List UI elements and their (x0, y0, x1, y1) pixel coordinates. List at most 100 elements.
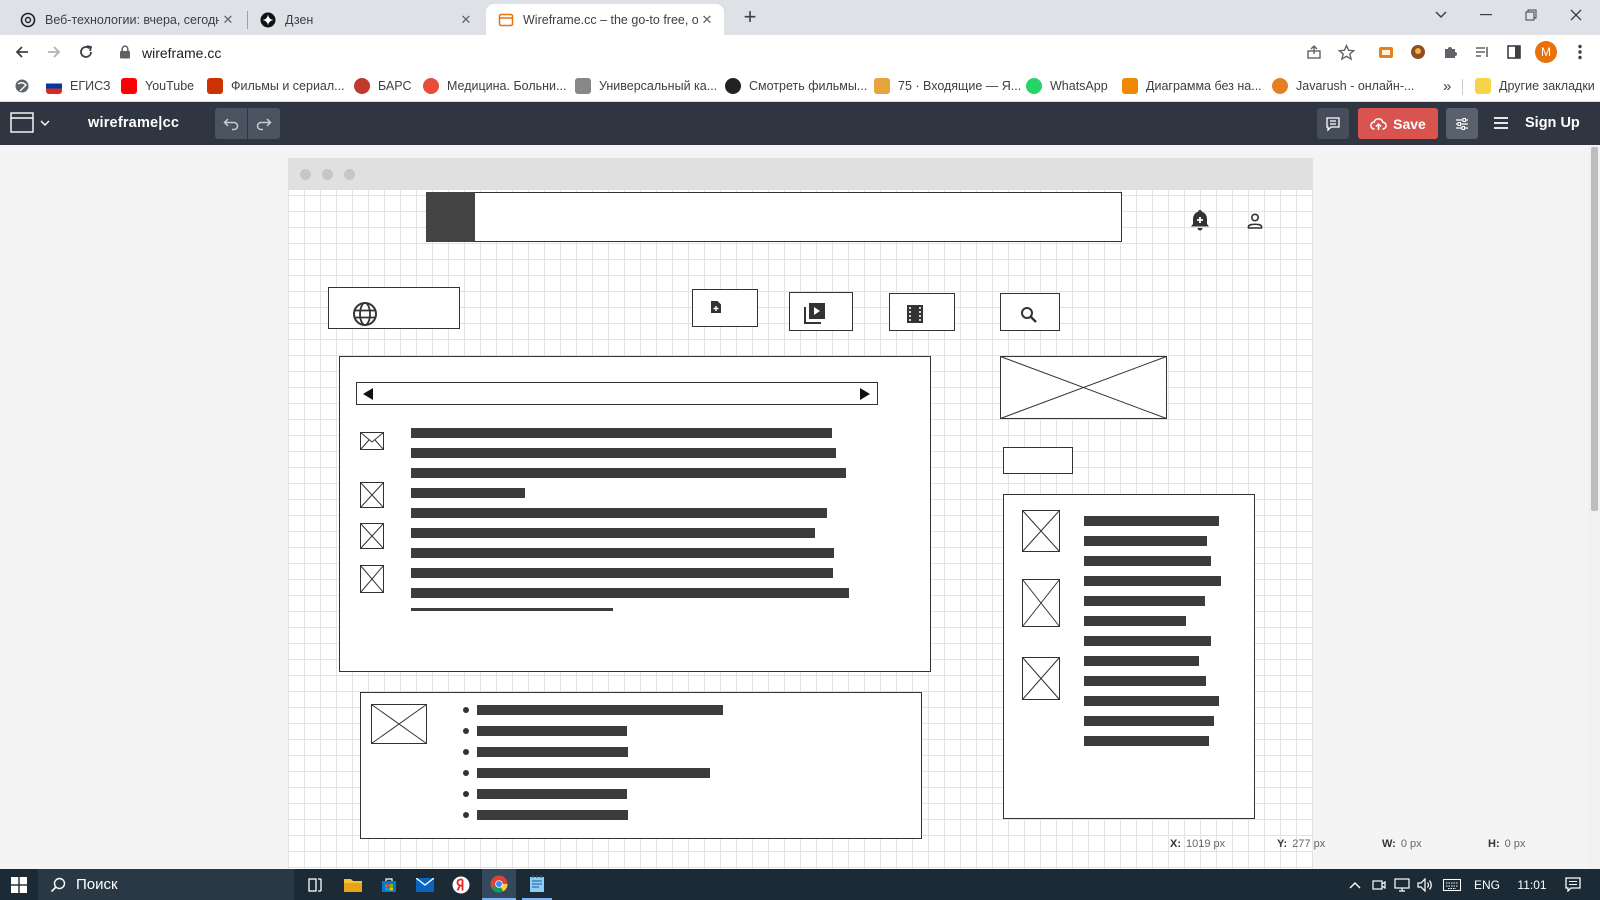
browser-tab-active[interactable]: Wireframe.cc – the go-to free, on ✕ (486, 4, 724, 35)
apps-icon[interactable] (14, 75, 30, 97)
bookmark-label: Смотреть фильмы... (749, 79, 868, 93)
chrome-taskbar-icon[interactable] (482, 869, 516, 900)
notification-center-icon[interactable] (1556, 869, 1590, 900)
bookmark-label: Фильмы и сериал... (231, 79, 345, 93)
close-window-icon[interactable] (1553, 0, 1598, 30)
wf-nav-button-document[interactable] (692, 289, 758, 327)
bookmark-catalog[interactable]: Универсальный ка... (575, 75, 717, 97)
browser-tab[interactable]: Веб-технологии: вчера, сегодня ✕ (8, 4, 245, 35)
share-icon[interactable] (1300, 38, 1328, 66)
extension-icon[interactable] (1404, 38, 1432, 66)
browser-toolbar: wireframe.cc M (0, 35, 1600, 69)
wf-text-line (411, 488, 525, 498)
notepad-icon[interactable] (522, 869, 552, 900)
settings-sliders-button[interactable] (1446, 108, 1478, 139)
language-indicator[interactable]: ENG (1470, 869, 1504, 900)
bookmark-javarush[interactable]: Javarush - онлайн-... (1272, 75, 1414, 97)
image-placeholder-icon (1022, 657, 1060, 700)
bookmark-films[interactable]: Фильмы и сериал... (207, 75, 345, 97)
undo-button[interactable] (215, 108, 247, 139)
user-icon[interactable] (1246, 212, 1264, 230)
list-bullet (463, 728, 469, 734)
redo-button[interactable] (248, 108, 280, 139)
save-button[interactable]: Save (1358, 108, 1438, 139)
other-bookmarks[interactable]: Другие закладки (1475, 75, 1595, 97)
bookmark-label: WhatsApp (1050, 79, 1108, 93)
close-tab-icon[interactable]: ✕ (457, 12, 475, 28)
wf-logo-block[interactable] (426, 192, 475, 242)
wf-text-line (411, 448, 836, 458)
new-tab-button[interactable]: + (738, 5, 762, 29)
wf-text-line (411, 468, 846, 478)
search-icon (1020, 306, 1038, 324)
back-icon[interactable] (8, 38, 36, 66)
chevron-up-icon[interactable] (1347, 869, 1363, 900)
comments-button[interactable] (1317, 108, 1349, 139)
side-panel-icon[interactable] (1500, 38, 1528, 66)
wf-small-button[interactable] (1003, 447, 1073, 474)
reading-list-icon[interactable] (1468, 38, 1496, 66)
yandex-browser-icon[interactable] (446, 869, 476, 900)
bookmark-diagram[interactable]: Диаграмма без на... (1122, 75, 1262, 97)
add-alert-icon[interactable] (1189, 208, 1211, 232)
hamburger-menu-icon[interactable] (1493, 115, 1509, 131)
mail-app-icon[interactable] (410, 869, 440, 900)
status-x-label: X: (1170, 838, 1181, 850)
wf-language-select[interactable] (328, 287, 460, 329)
forward-icon[interactable] (40, 38, 68, 66)
arrow-right-icon[interactable] (859, 388, 871, 400)
address-bar[interactable]: wireframe.cc (142, 45, 221, 61)
network-icon[interactable] (1393, 869, 1411, 900)
bookmark-youtube[interactable]: YouTube (121, 75, 194, 97)
wf-header-bar[interactable] (426, 192, 1122, 242)
wf-text-line (1084, 536, 1207, 546)
wf-text-line (1084, 716, 1214, 726)
page-menu-icon[interactable] (10, 112, 52, 134)
task-view-icon[interactable] (300, 869, 330, 900)
tab-title: Дзен (285, 12, 314, 27)
menu-kebab-icon[interactable] (1566, 38, 1594, 66)
extensions-puzzle-icon[interactable] (1436, 38, 1464, 66)
tab-search-icon[interactable] (1418, 0, 1463, 30)
restore-icon[interactable] (1508, 0, 1553, 30)
bookmark-medicine[interactable]: Медицина. Больни... (423, 75, 566, 97)
close-tab-icon[interactable]: ✕ (219, 12, 237, 28)
javarush-icon (1272, 78, 1288, 94)
arrow-left-icon[interactable] (362, 388, 374, 400)
app-logo[interactable]: wireframe|cc (88, 115, 179, 131)
wf-text-line (411, 608, 613, 611)
meet-now-icon[interactable] (1371, 869, 1387, 900)
bookmark-label: БАРС (378, 79, 412, 93)
taskbar-clock[interactable]: 11:01 (1512, 869, 1552, 900)
image-placeholder-icon (1022, 579, 1060, 627)
list-bullet (463, 707, 469, 713)
browser-tab[interactable]: Дзен ✕ (248, 4, 483, 35)
file-explorer-icon[interactable] (338, 869, 368, 900)
cloud-upload-icon (1370, 117, 1387, 131)
close-tab-icon[interactable]: ✕ (698, 12, 716, 28)
bookmark-whatsapp[interactable]: WhatsApp (1026, 75, 1108, 97)
windows-start-icon[interactable] (0, 869, 38, 900)
more-bookmarks-button[interactable]: » (1443, 75, 1451, 97)
keyboard-icon[interactable] (1441, 869, 1463, 900)
bookmark-movies[interactable]: Смотреть фильмы... (725, 75, 867, 97)
minimize-icon[interactable] (1463, 0, 1508, 30)
extension-icon[interactable] (1372, 38, 1400, 66)
status-x-value: 1019 px (1186, 838, 1226, 850)
bookmark-bars[interactable]: БАРС (354, 75, 412, 97)
wf-slider-bar[interactable] (356, 382, 878, 405)
app-header: wireframe|cc Save Sign Up (0, 102, 1600, 145)
scrollbar-thumb[interactable] (1591, 147, 1598, 511)
bookmark-egisz[interactable]: ЕГИСЗ (46, 75, 111, 97)
profile-avatar[interactable]: M (1535, 41, 1557, 63)
wf-image-placeholder[interactable] (1000, 356, 1167, 419)
bookmark-star-icon[interactable] (1332, 38, 1360, 66)
image-placeholder-icon (360, 482, 384, 508)
save-label: Save (1393, 115, 1426, 132)
store-icon[interactable] (374, 869, 404, 900)
volume-icon[interactable] (1416, 869, 1434, 900)
taskbar-search-box[interactable]: Поиск (38, 869, 294, 900)
bookmark-mail[interactable]: 75 · Входящие — Я... (874, 75, 1021, 97)
sign-up-link[interactable]: Sign Up (1525, 115, 1580, 131)
reload-icon[interactable] (72, 38, 100, 66)
